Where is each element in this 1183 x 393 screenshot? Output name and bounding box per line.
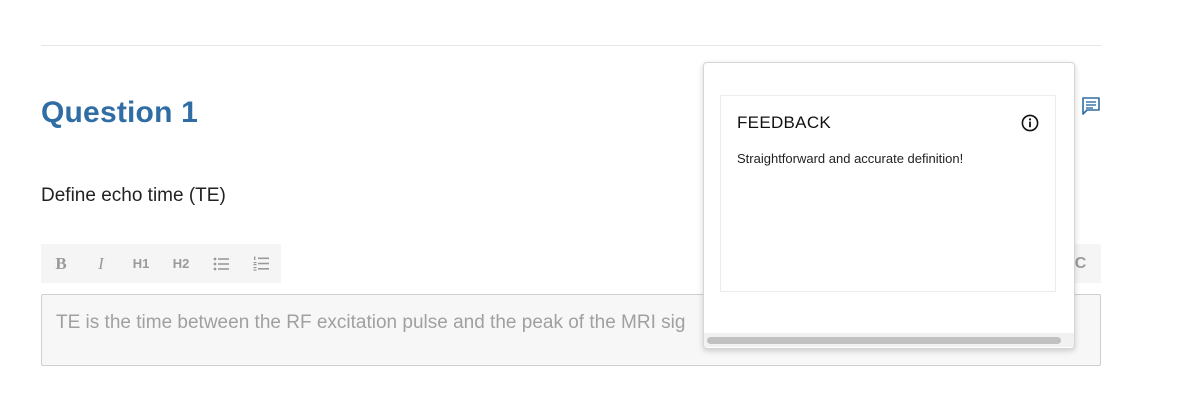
feedback-body: Straightforward and accurate definition! (737, 151, 964, 166)
editor-toolbar: B I H1 H2 (41, 244, 281, 283)
feedback-card: FEEDBACK Straightforward and accurate de… (720, 95, 1056, 292)
numbered-list-button[interactable] (241, 244, 281, 283)
scrollbar-thumb[interactable] (707, 337, 1061, 344)
heading2-button[interactable]: H2 (161, 244, 201, 283)
heading1-button[interactable]: H1 (121, 244, 161, 283)
feedback-heading: FEEDBACK (737, 113, 832, 132)
top-divider (41, 45, 1101, 46)
question-title: Question 1 (41, 96, 199, 129)
comment-icon[interactable] (1081, 96, 1101, 116)
question-prompt: Define echo time (TE) (41, 185, 226, 206)
feedback-popover: FEEDBACK Straightforward and accurate de… (703, 62, 1075, 349)
bullet-list-icon (213, 257, 229, 270)
numbered-list-icon (253, 256, 269, 271)
info-icon[interactable] (1021, 114, 1039, 132)
italic-button[interactable]: I (81, 244, 121, 283)
bullet-list-button[interactable] (201, 244, 241, 283)
bold-button[interactable]: B (41, 244, 81, 283)
question-page: Question 1 Define echo time (TE) B I H1 … (0, 0, 1183, 393)
horizontal-scrollbar[interactable] (704, 333, 1074, 347)
answer-text: TE is the time between the RF excitation… (56, 312, 686, 333)
